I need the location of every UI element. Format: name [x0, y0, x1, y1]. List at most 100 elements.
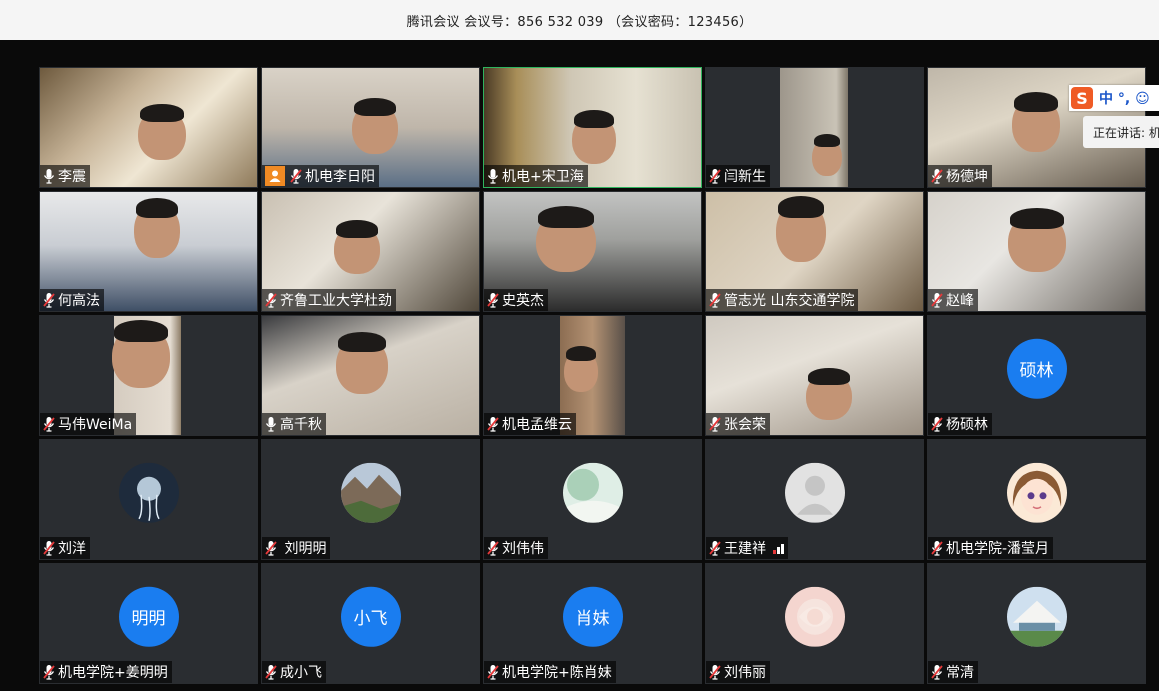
title-bar: 腾讯会议 会议号：856 532 039 （会议密码：123456）: [0, 0, 1159, 40]
mic-muted-icon: [487, 292, 499, 308]
participant-name: 机电学院-潘莹月: [946, 541, 1050, 557]
mic-icon: [265, 416, 277, 432]
mic-muted-icon: [709, 168, 721, 184]
participant-hair: [566, 346, 596, 361]
cartoon-girl-avatar: [1006, 462, 1067, 523]
participant-name-bar: 刘洋: [40, 537, 90, 559]
participant-hair: [814, 134, 840, 147]
mic-icon: [487, 168, 499, 184]
mic-muted-icon: [931, 416, 943, 432]
video-grid-area: 李震 机电李日阳 机电+宋卫海 闫新生 杨德坤何高法 齐鲁工业大学杜劲 史英杰 管志光 山东交…: [0, 40, 1159, 691]
mic-muted-icon: [43, 416, 55, 432]
participant-name-bar: 杨硕林: [928, 413, 992, 435]
jellyfish-avatar: [118, 462, 179, 523]
participant-name: 齐鲁工业大学杜劲: [280, 293, 392, 309]
default-user-avatar: [784, 462, 845, 523]
participant-avatar-tile[interactable]: 常清: [927, 563, 1146, 684]
participant-name-bar: 机电孟维云: [484, 413, 576, 435]
participant-name: 机电学院+姜明明: [58, 665, 168, 681]
mic-muted-icon: [709, 540, 721, 556]
mic-icon: [43, 168, 55, 184]
network-signal-icon: [773, 542, 784, 554]
ime-mode-label[interactable]: 中 °, ☺: [1099, 88, 1150, 108]
participant-hair: [538, 206, 594, 228]
participant-avatar-tile[interactable]: 刘洋: [39, 439, 258, 560]
participant-name-bar: 常清: [928, 661, 978, 683]
participant-name-bar: 高千秋: [262, 413, 326, 435]
person-icon[interactable]: [265, 166, 285, 186]
participant-hair: [354, 98, 396, 116]
participant-hair: [114, 320, 168, 342]
mic-muted-icon: [265, 540, 277, 556]
participant-name-bar: 机电李日阳: [262, 165, 379, 187]
ime-toolbar[interactable]: S 中 °, ☺: [1069, 85, 1159, 111]
participant-video-tile[interactable]: 齐鲁工业大学杜劲: [261, 191, 480, 312]
participant-name: 王建祥: [724, 541, 766, 557]
participant-name-bar: 李震: [40, 165, 90, 187]
participant-name: 张会荣: [724, 417, 766, 433]
participant-name: 高千秋: [280, 417, 322, 433]
window-title: 腾讯会议 会议号：856 532 039 （会议密码：123456）: [406, 14, 753, 30]
mic-muted-icon: [931, 292, 943, 308]
participant-name: 刘伟伟: [502, 541, 544, 557]
landscape-avatar: [340, 462, 401, 523]
participant-name: 马伟WeiMa: [58, 417, 133, 433]
mic-muted-icon: [709, 664, 721, 680]
participant-name-bar: 张会荣: [706, 413, 770, 435]
participant-name: 李震: [58, 169, 86, 185]
participant-avatar-tile[interactable]: 肖妹机电学院+陈肖妹: [483, 563, 702, 684]
participant-name-bar: 机电学院+陈肖妹: [484, 661, 616, 683]
participant-video-tile[interactable]: 赵峰: [927, 191, 1146, 312]
mic-muted-icon: [43, 664, 55, 680]
participant-video-tile[interactable]: 高千秋: [261, 315, 480, 436]
participant-name-bar: 成小飞: [262, 661, 326, 683]
participant-hair: [336, 220, 378, 238]
tent-avatar: [1006, 586, 1067, 647]
participant-name: 赵峰: [946, 293, 974, 309]
participant-video-tile[interactable]: 闫新生: [705, 67, 924, 188]
text-avatar: 明明: [118, 586, 179, 647]
participant-avatar-tile[interactable]: 硕林 杨硕林: [927, 315, 1146, 436]
participant-name: 常清: [946, 665, 974, 681]
participant-name: 刘伟丽: [724, 665, 766, 681]
participant-hair: [1014, 92, 1058, 112]
participant-avatar-tile[interactable]: 刘明明: [261, 439, 480, 560]
participant-avatar-tile[interactable]: 明明机电学院+姜明明: [39, 563, 258, 684]
mic-muted-icon: [265, 664, 277, 680]
participant-name-bar: 管志光 山东交通学院: [706, 289, 859, 311]
participant-name-bar: 马伟WeiMa: [40, 413, 137, 435]
participant-avatar-tile[interactable]: 刘伟伟: [483, 439, 702, 560]
participant-name-bar: 史英杰: [484, 289, 548, 311]
participant-avatar-tile[interactable]: 机电学院-潘莹月: [927, 439, 1146, 560]
participant-hair: [338, 332, 386, 352]
participant-name-bar: 赵峰: [928, 289, 978, 311]
participant-name: 机电+宋卫海: [502, 169, 584, 185]
participant-avatar-tile[interactable]: 王建祥: [705, 439, 924, 560]
mic-muted-icon: [709, 292, 721, 308]
participant-video-tile[interactable]: 张会荣: [705, 315, 924, 436]
participant-name-bar: 刘伟丽: [706, 661, 770, 683]
participant-video-tile[interactable]: 机电+宋卫海: [483, 67, 702, 188]
participant-video-tile[interactable]: 管志光 山东交通学院: [705, 191, 924, 312]
participant-name-bar: 杨德坤: [928, 165, 992, 187]
participant-video-tile[interactable]: 史英杰: [483, 191, 702, 312]
participant-name: 成小飞: [280, 665, 322, 681]
participant-name-bar: 闫新生: [706, 165, 770, 187]
participant-video-tile[interactable]: 李震: [39, 67, 258, 188]
participant-name-bar: 刘伟伟: [484, 537, 548, 559]
mic-muted-icon: [487, 664, 499, 680]
participant-video-tile[interactable]: 马伟WeiMa: [39, 315, 258, 436]
participant-hair: [1010, 208, 1064, 229]
participant-video-tile[interactable]: 机电李日阳: [261, 67, 480, 188]
participant-video-tile[interactable]: 何高法: [39, 191, 258, 312]
text-avatar: 肖妹: [562, 586, 623, 647]
participant-name-bar: 齐鲁工业大学杜劲: [262, 289, 396, 311]
mic-muted-icon: [709, 416, 721, 432]
participant-hair: [140, 104, 184, 122]
text-avatar: 硕林: [1006, 338, 1067, 399]
speaking-indicator: 正在讲话: 机: [1083, 116, 1159, 148]
participant-avatar-tile[interactable]: 刘伟丽: [705, 563, 924, 684]
participant-video-tile[interactable]: 机电孟维云: [483, 315, 702, 436]
participant-avatar-tile[interactable]: 小飞 成小飞: [261, 563, 480, 684]
participant-name: 管志光 山东交通学院: [724, 293, 855, 309]
